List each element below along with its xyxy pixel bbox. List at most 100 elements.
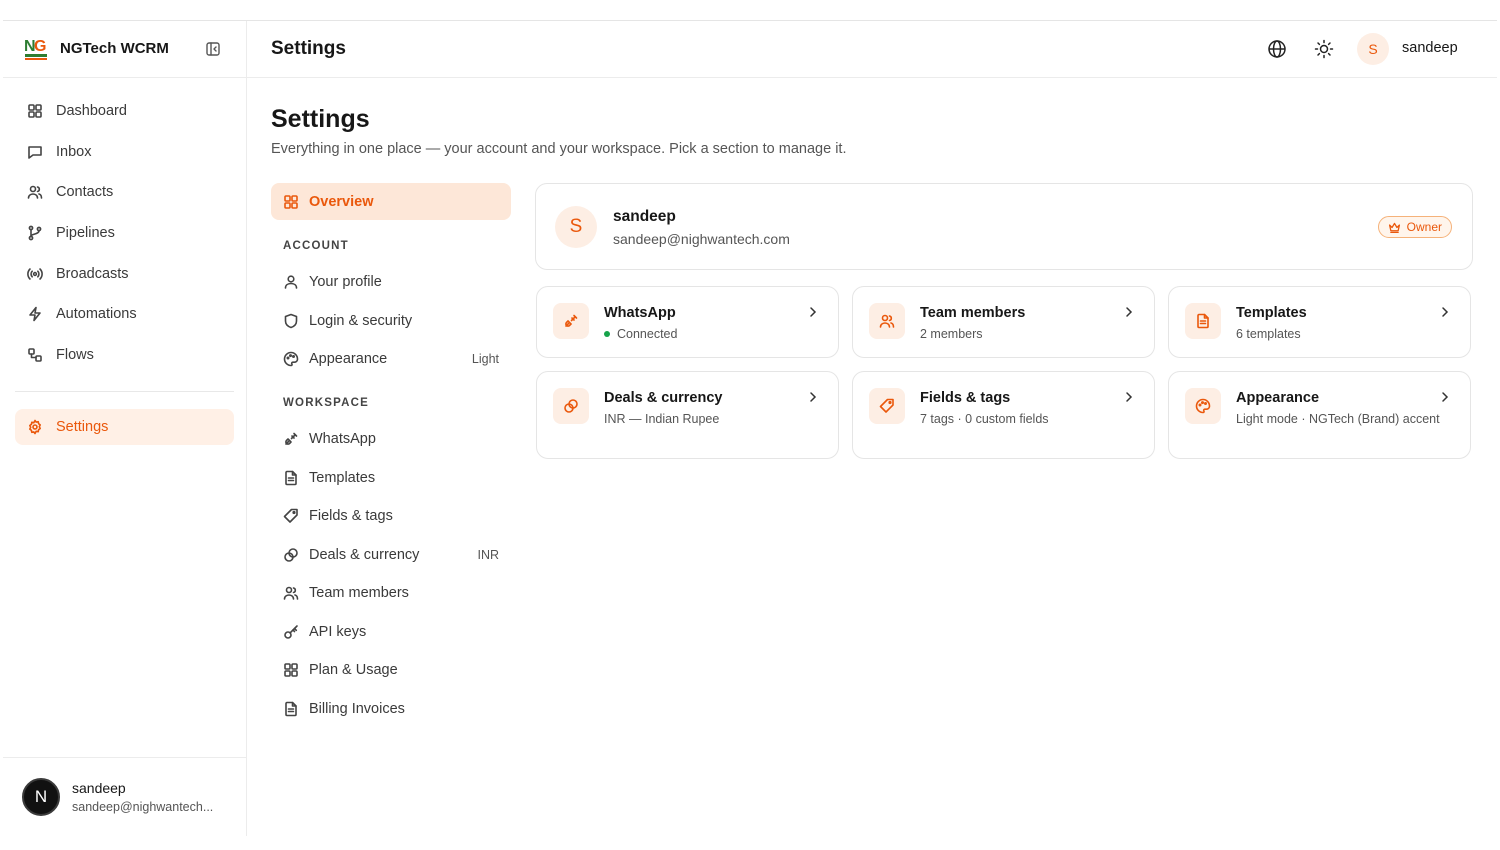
subnav-item-templates[interactable]: Templates xyxy=(271,463,511,493)
card-subtitle: 7 tags · 0 custom fields xyxy=(920,412,1049,426)
avatar: N xyxy=(22,778,60,816)
subnav-item-label: Plan & Usage xyxy=(309,662,398,678)
svg-text:G: G xyxy=(34,38,46,55)
sun-icon[interactable] xyxy=(1314,39,1334,59)
appearance-mode-value: Light xyxy=(471,352,499,366)
sidebar-item-flows[interactable]: Flows xyxy=(15,337,234,373)
section-heading-workspace: WORKSPACE xyxy=(283,397,369,409)
settings-card-appearance[interactable]: Appearance Light mode · NGTech (Brand) a… xyxy=(1168,371,1471,459)
card-subtitle: 2 members xyxy=(920,327,983,341)
subnav-item-label: Billing Invoices xyxy=(309,701,405,717)
chevron-right-icon xyxy=(806,305,820,319)
sidebar-item-contacts[interactable]: Contacts xyxy=(15,174,234,210)
file-text-icon xyxy=(283,701,299,717)
sidebar-item-pipelines[interactable]: Pipelines xyxy=(15,215,234,251)
subnav-item-label: Templates xyxy=(309,470,376,486)
page-title: Settings xyxy=(271,105,370,133)
subnav-item-whatsapp[interactable]: WhatsApp xyxy=(271,424,511,454)
sidebar-item-dashboard[interactable]: Dashboard xyxy=(15,93,234,129)
crown-icon xyxy=(1388,221,1401,234)
card-title: Deals & currency xyxy=(604,390,723,406)
app-name: NGTech WCRM xyxy=(60,40,169,57)
chevron-right-icon xyxy=(1122,305,1136,319)
gear-icon xyxy=(27,419,43,435)
settings-card-fields-tags[interactable]: Fields & tags 7 tags · 0 custom fields xyxy=(852,371,1155,459)
users-icon xyxy=(869,303,905,339)
user-name: sandeep xyxy=(72,780,126,796)
users-icon xyxy=(283,585,299,601)
subnav-item-label: API keys xyxy=(309,624,367,640)
tag-icon xyxy=(869,388,905,424)
top-header: Settings S sandeep xyxy=(247,21,1497,78)
subnav-item-label: Fields & tags xyxy=(309,508,393,524)
main-nav: Dashboard Inbox Contacts Pipelines Broad… xyxy=(15,93,234,378)
section-heading-account: ACCOUNT xyxy=(283,240,349,252)
grid-icon xyxy=(283,194,299,210)
sidebar-item-label: Dashboard xyxy=(56,103,127,119)
sidebar-item-label: Broadcasts xyxy=(56,265,129,282)
user-email: sandeep@nighwantech... xyxy=(72,800,214,814)
chevron-right-icon xyxy=(1438,305,1452,319)
sidebar-item-inbox[interactable]: Inbox xyxy=(15,134,234,170)
zap-icon xyxy=(27,306,43,322)
card-subtitle: Connected xyxy=(604,326,814,342)
app-logo[interactable]: N G xyxy=(23,35,49,63)
radio-icon xyxy=(27,266,43,282)
nav-divider xyxy=(15,391,234,392)
card-title: Templates xyxy=(1236,305,1307,321)
header-title: Settings xyxy=(271,38,346,59)
subnav-item-api-keys[interactable]: API keys xyxy=(271,617,511,647)
settings-card-templates[interactable]: Templates 6 templates xyxy=(1168,286,1471,358)
card-subtitle: Light mode · NGTech (Brand) accent xyxy=(1236,412,1440,426)
sidebar-item-label: Contacts xyxy=(56,184,114,201)
header-username[interactable]: sandeep xyxy=(1402,40,1458,56)
subnav-item-login-security[interactable]: Login & security xyxy=(271,306,511,336)
subnav-item-fields-tags[interactable]: Fields & tags xyxy=(271,501,511,531)
subnav-item-plan-usage[interactable]: Plan & Usage xyxy=(271,655,511,685)
globe-icon[interactable] xyxy=(1267,39,1287,59)
sidebar-item-settings[interactable]: Settings xyxy=(15,409,234,445)
subnav-item-team-members[interactable]: Team members xyxy=(271,578,511,608)
card-title: WhatsApp xyxy=(604,305,676,321)
settings-card-deals-currency[interactable]: Deals & currency INR — Indian Rupee xyxy=(536,371,839,459)
subnav-item-billing-invoices[interactable]: Billing Invoices xyxy=(271,694,511,724)
plug-icon xyxy=(283,431,299,447)
subnav-item-appearance[interactable]: Appearance Light xyxy=(271,344,511,374)
subnav-item-overview[interactable]: Overview xyxy=(271,183,511,220)
sidebar-user-menu[interactable]: N sandeep sandeep@nighwantech... xyxy=(3,757,246,836)
users-icon xyxy=(27,184,43,200)
avatar: S xyxy=(555,206,597,248)
avatar[interactable]: S xyxy=(1357,33,1389,65)
subnav-item-deals-currency[interactable]: Deals & currency INR xyxy=(271,540,511,570)
card-title: Team members xyxy=(920,305,1026,321)
subnav-item-label: WhatsApp xyxy=(309,431,376,447)
sidebar-collapse-icon[interactable] xyxy=(205,41,221,57)
sidebar-item-automations[interactable]: Automations xyxy=(15,296,234,332)
message-square-icon xyxy=(27,144,43,160)
user-icon xyxy=(283,274,299,290)
subnav-item-label: Team members xyxy=(309,585,409,601)
subnav-item-label: Overview xyxy=(309,193,374,210)
subnav-item-label: Your profile xyxy=(309,274,382,290)
brand-bar: N G NGTech WCRM xyxy=(3,21,246,78)
palette-icon xyxy=(1185,388,1221,424)
chevron-right-icon xyxy=(1122,390,1136,404)
plug-icon xyxy=(553,303,589,339)
palette-icon xyxy=(283,351,299,367)
sidebar-item-label: Settings xyxy=(56,419,109,435)
file-text-icon xyxy=(283,470,299,486)
settings-card-whatsapp[interactable]: WhatsApp Connected xyxy=(536,286,839,358)
sidebar-item-broadcasts[interactable]: Broadcasts xyxy=(15,256,234,292)
status-dot xyxy=(604,331,610,337)
card-subtitle: 6 templates xyxy=(1236,327,1301,341)
subnav-item-label: Appearance xyxy=(309,351,388,367)
connection-status: Connected xyxy=(617,327,678,341)
sidebar: N G NGTech WCRM Dashboard Inbox Contacts… xyxy=(3,21,247,836)
card-title: Fields & tags xyxy=(920,390,1011,406)
subnav-item-your-profile[interactable]: Your profile xyxy=(271,267,511,297)
settings-card-team-members[interactable]: Team members 2 members xyxy=(852,286,1155,358)
sidebar-item-label: Inbox xyxy=(56,143,92,160)
key-icon xyxy=(283,624,299,640)
shield-icon xyxy=(283,313,299,329)
card-title: Appearance xyxy=(1236,390,1320,406)
